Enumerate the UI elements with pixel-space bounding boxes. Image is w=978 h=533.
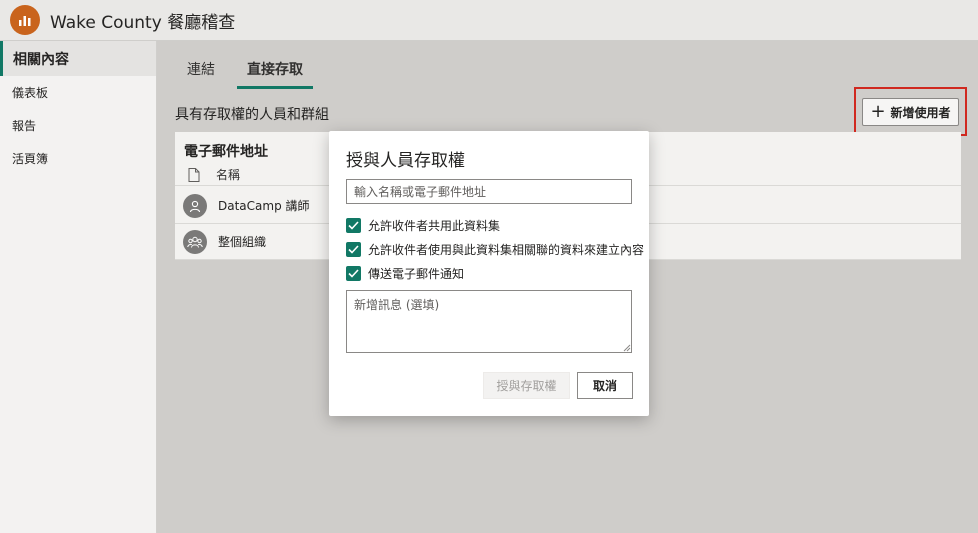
plus-icon: + (870, 101, 886, 122)
report-chart-icon (10, 5, 40, 35)
checkbox-label: 允許收件者共用此資料集 (368, 219, 501, 233)
checkbox-label: 傳送電子郵件通知 (368, 267, 465, 281)
cancel-button[interactable]: 取消 (577, 372, 633, 399)
checkmark-icon (346, 242, 361, 257)
sidebar-item-related-content[interactable]: 相關內容 (0, 41, 156, 76)
resize-handle-icon[interactable] (623, 344, 631, 352)
sidebar-item-label: 相關內容 (13, 51, 69, 68)
tab-links[interactable]: 連結 (177, 51, 225, 89)
add-user-button[interactable]: + 新增使用者 (862, 98, 959, 126)
table-title: 電子郵件地址 (184, 144, 268, 160)
highlight-box: + 新增使用者 (854, 87, 967, 136)
sidebar-item-workbooks[interactable]: 活頁簿 (0, 142, 156, 175)
column-name-label: 名稱 (216, 168, 241, 182)
row-label: DataCamp 講師 (218, 199, 310, 213)
grant-access-dialog: 授與人員存取權 允許收件者共用此資料集 允許收件者使用與此資料集相關聯的資料來建… (329, 131, 649, 416)
sidebar-item-dashboards[interactable]: 儀表板 (0, 76, 156, 109)
tab-direct-access[interactable]: 直接存取 (237, 51, 313, 89)
checkmark-icon (346, 266, 361, 281)
add-user-label: 新增使用者 (890, 105, 951, 120)
row-label: 整個組織 (218, 235, 267, 249)
checkbox-send-email[interactable]: 傳送電子郵件通知 (346, 265, 464, 282)
app-header: Wake County 餐廳稽查 (0, 0, 978, 41)
message-textarea[interactable] (346, 290, 632, 353)
sidebar-item-label: 活頁簿 (12, 152, 49, 166)
sidebar: 相關內容 儀表板 報告 活頁簿 (0, 41, 157, 533)
tab-bar: 連結 直接存取 (177, 51, 325, 89)
dialog-title: 授與人員存取權 (346, 151, 465, 171)
app-title: Wake County 餐廳稽查 (50, 12, 236, 33)
group-icon (183, 229, 207, 254)
sidebar-item-label: 報告 (12, 119, 37, 133)
checkmark-icon (346, 218, 361, 233)
name-or-email-input[interactable] (346, 179, 632, 204)
checkbox-label: 允許收件者使用與此資料集相關聯的資料來建立內容 (368, 243, 645, 257)
checkbox-allow-share[interactable]: 允許收件者共用此資料集 (346, 217, 500, 234)
section-title: 具有存取權的人員和群組 (175, 107, 329, 123)
person-icon (183, 193, 207, 218)
sidebar-item-reports[interactable]: 報告 (0, 109, 156, 142)
grant-access-button[interactable]: 授與存取權 (483, 372, 570, 399)
checkbox-allow-build[interactable]: 允許收件者使用與此資料集相關聯的資料來建立內容 (346, 241, 644, 258)
file-icon (188, 167, 200, 182)
sidebar-item-label: 儀表板 (12, 86, 49, 100)
